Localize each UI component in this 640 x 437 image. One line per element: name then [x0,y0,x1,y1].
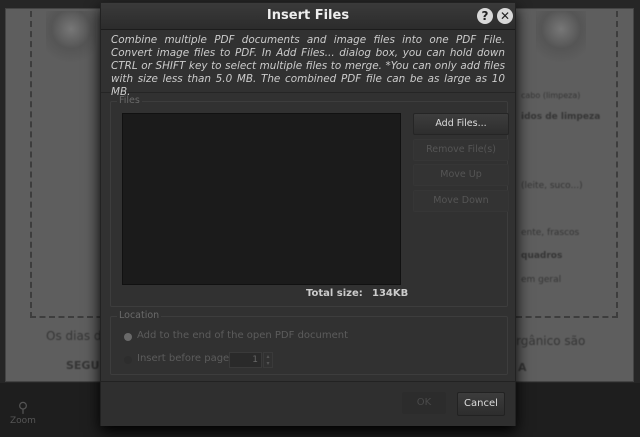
move-down-button[interactable]: Move Down [413,190,509,212]
move-up-button[interactable]: Move Up [413,164,509,186]
dialog-description: Combine multiple PDF documents and image… [101,30,515,98]
total-size-value: 134KB [372,288,409,299]
location-group-label: Location [117,310,162,321]
bg-text: quadros [521,251,563,261]
bg-text: Os dias d [46,329,102,343]
magnifier-icon: ⚲ [17,400,29,416]
remove-files-button[interactable]: Remove File(s) [413,139,509,161]
zoom-tool[interactable]: ⚲ Zoom [10,400,36,426]
add-files-button[interactable]: Add Files... [413,113,509,135]
dialog-title-bar[interactable]: Insert Files ? ✕ [101,3,515,30]
bg-text: SEGU [66,359,100,372]
radio-insert-before[interactable] [124,356,132,364]
bg-text: em geral [521,275,562,285]
location-group: Location Add to the end of the open PDF … [110,310,508,375]
page-number-stepper[interactable]: ▴ ▾ [263,352,273,368]
insert-files-dialog: Insert Files ? ✕ Combine multiple PDF do… [100,2,516,426]
cancel-button[interactable]: Cancel [457,392,505,416]
page-number-input[interactable]: 1 [229,352,262,368]
help-icon[interactable]: ? [477,8,493,24]
close-icon[interactable]: ✕ [497,8,513,24]
radio-add-to-end-label: Add to the end of the open PDF document [137,330,349,341]
total-size-label: Total size: [306,288,363,299]
cartoon-figure-left [46,11,96,71]
radio-add-to-end[interactable] [124,333,132,341]
zoom-label: Zoom [10,416,36,426]
radio-insert-before-label: Insert before page: [137,353,233,364]
bg-text: rgânico são [516,334,586,348]
dialog-footer: OK Cancel [101,381,515,426]
bg-text: A [518,361,527,374]
bg-text: cabo (limpeza) [521,91,581,100]
files-list[interactable] [122,113,401,285]
cartoon-figure-right [536,11,586,71]
bg-text: ente, frascos [521,228,580,238]
files-group-label: Files [117,95,142,106]
bg-text: idos de limpeza [521,112,601,122]
bg-text: (leite, suco...) [521,181,583,191]
dialog-title: Insert Files [266,8,350,23]
files-group: Files Add Files... Remove File(s) Move U… [110,95,509,307]
ok-button[interactable]: OK [402,392,446,414]
